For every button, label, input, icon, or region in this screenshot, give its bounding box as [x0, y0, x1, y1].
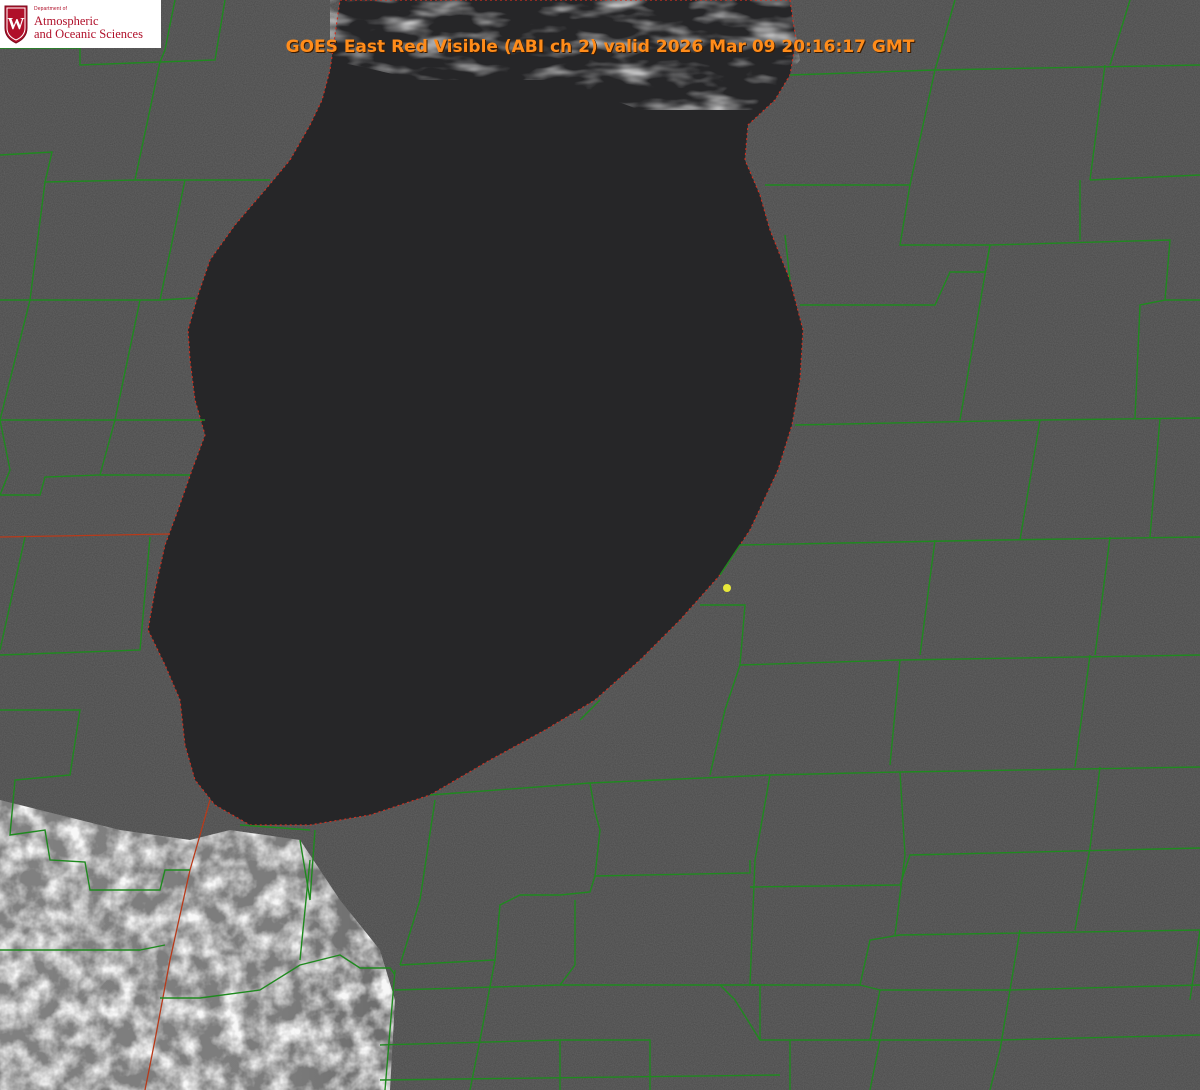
station-marker-icon	[723, 584, 731, 592]
image-title: GOES East Red Visible (ABI ch 2) valid 2…	[285, 37, 915, 57]
crest-letter: W	[8, 14, 25, 33]
department-label: Department of	[34, 6, 67, 12]
satellite-map	[0, 0, 1200, 1090]
